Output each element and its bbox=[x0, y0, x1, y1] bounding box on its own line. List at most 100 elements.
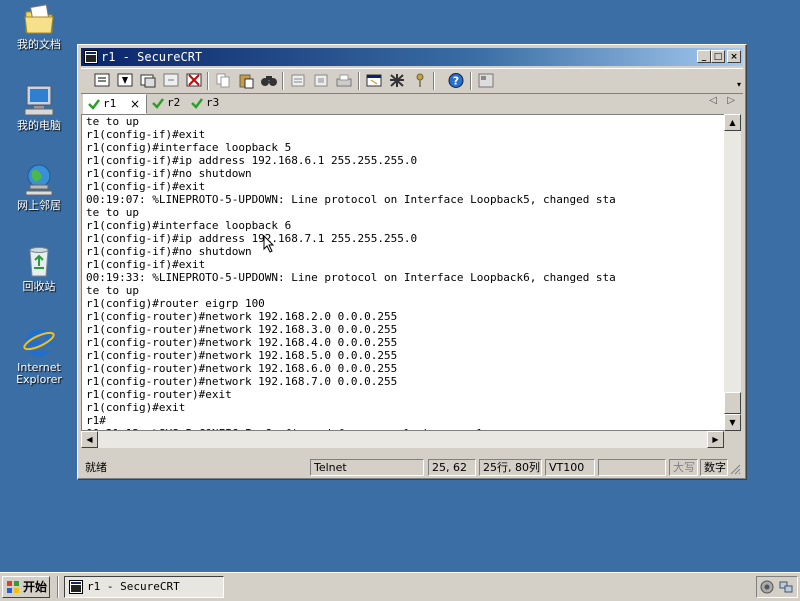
taskbar-separator bbox=[57, 576, 59, 598]
terminal-line: r1(config-router)#network 192.168.7.0 0.… bbox=[86, 375, 398, 388]
status-num-lock: 数字 bbox=[700, 459, 728, 476]
status-emulation: VT100 bbox=[545, 459, 595, 476]
terminal-line: r1(config-if)#ip address 192.168.6.1 255… bbox=[86, 154, 418, 167]
paste-icon[interactable] bbox=[237, 72, 255, 89]
terminal-line: r1(config-router)#network 192.168.3.0 0.… bbox=[86, 323, 398, 336]
minimize-button[interactable]: _ bbox=[697, 50, 711, 63]
status-cursor-position: 25, 62 bbox=[428, 459, 476, 476]
toolbar: ? ▾ bbox=[81, 68, 743, 94]
scroll-down-button[interactable]: ▼ bbox=[724, 414, 741, 431]
terminal-line: 00:19:07: %LINEPROTO-5-UPDOWN: Line prot… bbox=[86, 193, 616, 206]
tab-close-button[interactable]: × bbox=[130, 95, 140, 113]
terminal-line: r1(config)#exit bbox=[86, 401, 186, 414]
help-icon[interactable]: ? bbox=[447, 72, 465, 89]
find-icon[interactable] bbox=[260, 72, 278, 89]
resize-grip-icon[interactable] bbox=[729, 463, 741, 475]
desktop-icon-recycle-bin[interactable]: 回收站 bbox=[3, 244, 75, 293]
securecrt-app-icon bbox=[69, 580, 83, 594]
connect-icon[interactable] bbox=[93, 72, 111, 89]
quick-connect-icon[interactable] bbox=[116, 72, 134, 89]
toolbar-separator bbox=[358, 72, 360, 90]
terminal-line: r1(config)#interface loopback 6 bbox=[86, 219, 292, 232]
terminal-line: r1# bbox=[86, 414, 106, 427]
securecrt-window[interactable]: r1 - SecureCRT _ □ × ? ▾ r1 × r2 r3 ◁ ▷ … bbox=[77, 44, 747, 480]
desktop-icon-internet-explorer[interactable]: Internet Explorer bbox=[3, 325, 75, 386]
terminal-line: r1(config-router)#network 192.168.5.0 0.… bbox=[86, 349, 398, 362]
toolbar-overflow-icon[interactable]: ▾ bbox=[737, 81, 741, 89]
tab-scroll-right-button[interactable]: ▷ bbox=[727, 95, 735, 106]
session-manager-icon[interactable] bbox=[477, 72, 495, 89]
terminal-line: r1(config-router)#exit bbox=[86, 388, 232, 401]
desktop-icon-label: 我的文档 bbox=[17, 38, 61, 51]
connect-tab-icon[interactable] bbox=[139, 72, 157, 89]
vertical-scrollbar[interactable]: ▲ ▼ bbox=[724, 114, 741, 431]
copy-icon[interactable] bbox=[214, 72, 232, 89]
status-terminal-size: 25行, 80列 bbox=[479, 459, 542, 476]
desktop-icon-label: 回收站 bbox=[22, 280, 56, 293]
session-options-icon[interactable] bbox=[365, 72, 383, 89]
horizontal-scrollbar[interactable]: ◀ ▶ bbox=[81, 431, 724, 448]
close-button[interactable]: × bbox=[727, 50, 741, 63]
connected-check-icon bbox=[152, 98, 164, 109]
mouse-pointer-icon bbox=[263, 235, 275, 253]
tab-r1[interactable]: r1 × bbox=[83, 94, 147, 114]
desktop-icon-network-places[interactable]: 网上邻居 bbox=[3, 163, 75, 212]
desktop-icon-my-documents[interactable]: 我的文档 bbox=[3, 2, 75, 51]
terminal-line: r1(config-if)#ip address 192.168.7.1 255… bbox=[86, 232, 418, 245]
terminal-lines: te to up r1(config-if)#exit r1(config)#int… bbox=[86, 115, 616, 430]
disconnect-icon[interactable] bbox=[185, 72, 203, 89]
terminal-line: r1(config-if)#exit bbox=[86, 258, 206, 271]
terminal-line: te to up bbox=[86, 284, 139, 297]
status-caps-lock: 大写 bbox=[669, 459, 698, 476]
print-icon[interactable] bbox=[335, 72, 353, 89]
window-title: r1 - SecureCRT bbox=[101, 50, 203, 64]
terminal-line: r1(config)#interface loopback 5 bbox=[86, 141, 292, 154]
start-label: 开始 bbox=[23, 580, 48, 594]
title-bar[interactable]: r1 - SecureCRT _ □ × bbox=[81, 48, 743, 66]
internet-explorer-icon bbox=[22, 325, 56, 359]
desktop-icon-label: Internet Explorer bbox=[16, 361, 62, 386]
terminal-line: te to up bbox=[86, 115, 139, 128]
network-places-icon bbox=[22, 163, 56, 197]
scroll-left-button[interactable]: ◀ bbox=[81, 431, 98, 448]
terminal-output[interactable]: te to up r1(config-if)#exit r1(config)#int… bbox=[81, 114, 724, 431]
speaker-icon[interactable] bbox=[760, 580, 774, 594]
session-tab-bar: r1 × r2 r3 ◁ ▷ bbox=[81, 93, 743, 114]
tab-r2[interactable]: r2 bbox=[148, 94, 184, 112]
terminal-line: r1(config-if)#no shutdown bbox=[86, 167, 252, 180]
terminal-line: r1(config-if)#exit bbox=[86, 180, 206, 193]
keymap-icon[interactable] bbox=[411, 72, 429, 89]
my-documents-icon bbox=[22, 2, 56, 36]
maximize-button[interactable]: □ bbox=[711, 50, 725, 63]
securecrt-app-icon bbox=[84, 50, 98, 64]
taskbar: 开始 r1 - SecureCRT bbox=[0, 572, 800, 601]
terminal-line: te to up bbox=[86, 206, 139, 219]
scroll-up-button[interactable]: ▲ bbox=[724, 114, 741, 131]
scroll-right-button[interactable]: ▶ bbox=[707, 431, 724, 448]
status-protocol: Telnet bbox=[310, 459, 424, 476]
terminal-line: r1(config-router)#network 192.168.2.0 0.… bbox=[86, 310, 398, 323]
tab-scroll-left-button[interactable]: ◁ bbox=[709, 95, 717, 106]
toolbar-separator bbox=[282, 72, 284, 90]
my-computer-icon bbox=[22, 83, 56, 117]
status-ready: 就绪 bbox=[85, 461, 107, 474]
scroll-thumb[interactable] bbox=[724, 392, 741, 414]
print-selection-icon[interactable] bbox=[312, 72, 330, 89]
connected-check-icon bbox=[191, 98, 203, 109]
desktop-icon-label: 我的电脑 bbox=[17, 119, 61, 132]
print-setup-icon[interactable] bbox=[289, 72, 307, 89]
recycle-bin-icon bbox=[22, 244, 56, 278]
reconnect-icon[interactable] bbox=[162, 72, 180, 89]
terminal-line: r1(config-if)#exit bbox=[86, 128, 206, 141]
toolbar-separator bbox=[470, 72, 472, 90]
global-options-icon[interactable] bbox=[388, 72, 406, 89]
terminal-line: r1(config)#router eigrp 100 bbox=[86, 297, 265, 310]
terminal-line: r1(config-if)#no shutdown bbox=[86, 245, 252, 258]
start-button[interactable]: 开始 bbox=[2, 576, 50, 598]
taskbar-item-securecrt[interactable]: r1 - SecureCRT bbox=[64, 576, 224, 598]
network-status-icon[interactable] bbox=[779, 580, 793, 594]
toolbar-separator bbox=[207, 72, 209, 90]
desktop-icon-my-computer[interactable]: 我的电脑 bbox=[3, 83, 75, 132]
tab-r3[interactable]: r3 bbox=[187, 94, 223, 112]
status-bar: 就绪 Telnet 25, 62 25行, 80列 VT100 大写 数字 bbox=[81, 458, 743, 477]
